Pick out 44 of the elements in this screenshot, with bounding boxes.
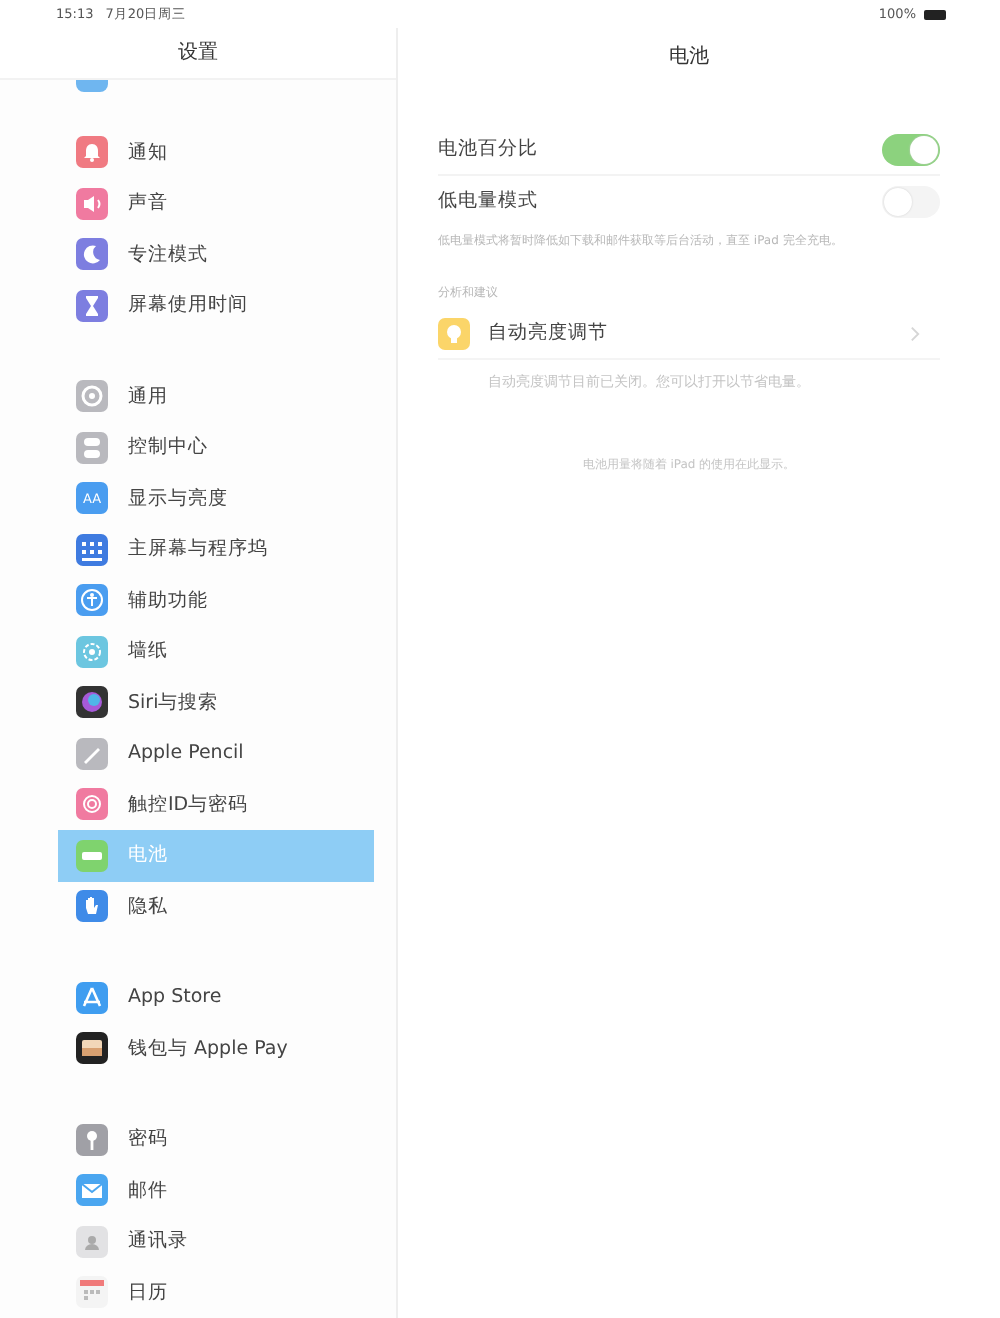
hand-icon bbox=[76, 890, 108, 923]
sidebar-item[interactable]: 屏幕使用时间 bbox=[58, 280, 374, 331]
lightbulb-icon bbox=[438, 317, 470, 349]
calendar-icon bbox=[76, 1276, 108, 1309]
sidebar-item[interactable]: 主屏幕与程序坞 bbox=[58, 524, 374, 575]
sidebar-item[interactable]: App Store bbox=[58, 972, 374, 1023]
battery-icon bbox=[76, 839, 108, 872]
mail-icon bbox=[76, 1174, 108, 1207]
sidebar-item[interactable]: 通讯录 bbox=[58, 1216, 374, 1267]
toggle-switch[interactable] bbox=[882, 133, 940, 165]
switches-icon bbox=[76, 431, 108, 464]
battery-icon bbox=[924, 9, 946, 19]
hourglass-icon bbox=[76, 289, 108, 322]
sidebar-item[interactable]: 声音 bbox=[58, 178, 374, 229]
setting-label: 电池百分比 bbox=[438, 136, 538, 162]
wallet-icon bbox=[76, 1032, 108, 1065]
accessibility-icon bbox=[76, 584, 108, 617]
suggestion-row[interactable]: 自动亮度调节 bbox=[438, 308, 940, 360]
sidebar-item[interactable]: 专注模式 bbox=[58, 229, 374, 280]
page-title: 电池 bbox=[667, 43, 711, 72]
sidebar-item[interactable]: 控制中心 bbox=[58, 422, 374, 473]
sidebar-item[interactable]: 墙纸 bbox=[58, 626, 374, 677]
sidebar-item[interactable]: 日历 bbox=[58, 1267, 374, 1318]
grid-icon bbox=[76, 533, 108, 566]
sidebar-item[interactable]: 钱包与 Apple Pay bbox=[58, 1023, 374, 1074]
appstore-icon bbox=[76, 981, 108, 1014]
pencil-icon bbox=[76, 737, 108, 770]
sidebar-item[interactable]: 辅助功能 bbox=[58, 575, 374, 626]
moon-icon bbox=[76, 238, 108, 271]
sidebar-item[interactable]: 密码 bbox=[58, 1114, 374, 1165]
sidebar-item[interactable]: 邮件 bbox=[58, 1165, 374, 1216]
bell-icon bbox=[76, 136, 108, 169]
contact-icon bbox=[76, 1225, 108, 1258]
orb-icon bbox=[76, 686, 108, 719]
sidebar-item[interactable]: 触控ID与密码 bbox=[58, 779, 374, 830]
key-icon bbox=[76, 1123, 108, 1156]
sidebar-item[interactable]: 通用 bbox=[58, 371, 374, 422]
sidebar-item[interactable]: Siri与搜索 bbox=[58, 677, 374, 728]
sidebar-item[interactable]: Apple Pencil bbox=[58, 728, 374, 779]
sidebar-item[interactable]: 通知 bbox=[58, 127, 374, 178]
speaker-icon bbox=[76, 187, 108, 220]
setting-label: 低电量模式 bbox=[438, 188, 538, 214]
chevron-icon bbox=[910, 325, 920, 341]
sidebar-item[interactable]: 隐私 bbox=[58, 881, 374, 932]
